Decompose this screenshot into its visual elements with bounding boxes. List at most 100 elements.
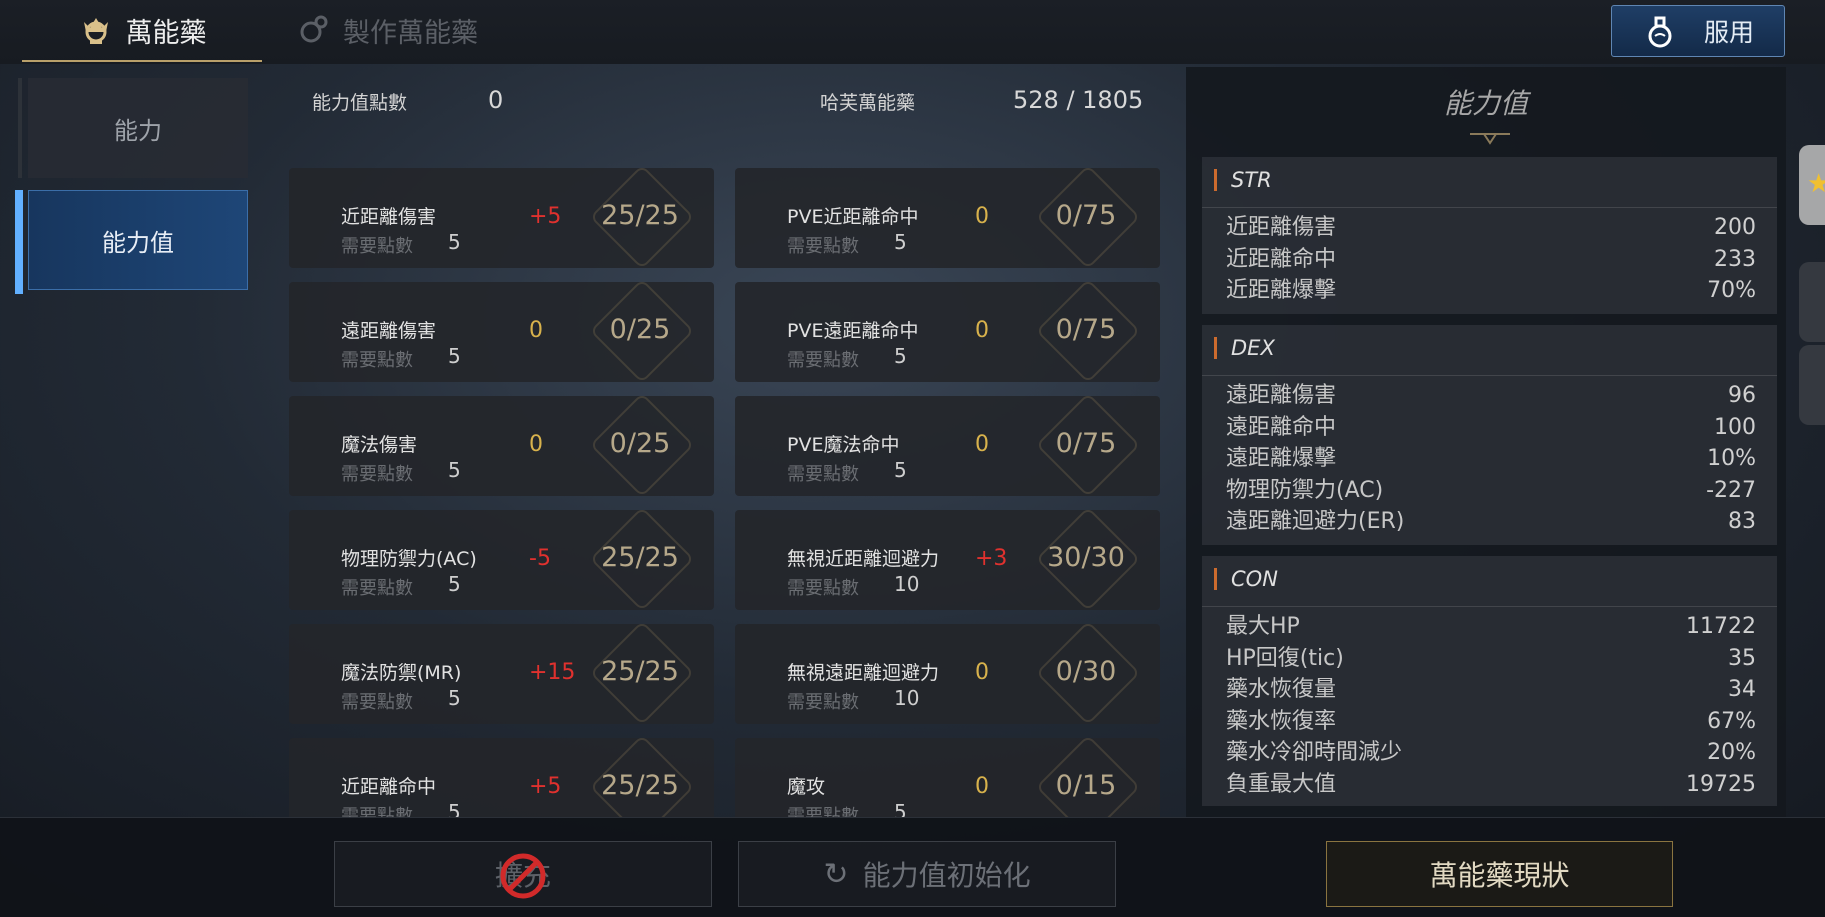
elixir-status-button[interactable]: 萬能藥現狀 xyxy=(1326,841,1673,907)
stat-card[interactable]: 魔法傷害 需要點數 5 0 0/25 xyxy=(289,392,714,498)
stat-row-value: 20% xyxy=(1707,740,1756,765)
stat-modifier: +5 xyxy=(529,204,562,229)
stat-row-label: 遠距離迴避力(ER) xyxy=(1226,509,1405,534)
stat-modifier: 0 xyxy=(975,204,989,229)
stat-row-value: 35 xyxy=(1728,645,1756,671)
elixir-status-label: 萬能藥現狀 xyxy=(1429,859,1570,892)
stat-card[interactable]: 魔法防禦(MR) 需要點數 5 +15 25/25 xyxy=(289,620,714,726)
stat-modifier: 0 xyxy=(975,432,989,457)
stat-modifier: +5 xyxy=(529,774,562,799)
expand-button[interactable]: 擴充 xyxy=(334,841,712,907)
stat-progress: 0/15 xyxy=(1055,770,1117,801)
required-points-value: 5 xyxy=(448,344,461,368)
required-points-label: 需要點數 xyxy=(341,464,413,485)
stat-row-label: HP回復(tic) xyxy=(1226,645,1344,671)
stat-name: PVE近距離命中 xyxy=(787,206,919,228)
stat-name: 魔法傷害 xyxy=(341,434,418,456)
stat-card[interactable]: 近距離傷害 需要點數 5 +5 25/25 xyxy=(289,164,714,270)
stat-modifier: 0 xyxy=(975,318,989,343)
required-points-value: 5 xyxy=(448,686,461,710)
stat-row-value: 67% xyxy=(1707,708,1756,734)
stats-panel-title: 能力值 xyxy=(1443,87,1528,120)
required-points-value: 5 xyxy=(448,800,461,817)
stat-card[interactable]: 無視遠距離迴避力 需要點數 10 0 0/30 xyxy=(735,620,1160,726)
stat-name: 近距離傷害 xyxy=(341,206,437,228)
stat-row: 藥水冷卻時間減少 20% xyxy=(1226,738,1756,768)
stat-row: 近距離爆擊 70% xyxy=(1226,276,1756,306)
stat-card[interactable]: 遠距離傷害 需要點數 5 0 0/25 xyxy=(289,278,714,384)
stat-row-label: 遠距離爆擊 xyxy=(1226,446,1337,471)
required-points-value: 5 xyxy=(448,458,461,482)
stat-modifier: +15 xyxy=(529,660,576,685)
stat-row-value: 233 xyxy=(1714,246,1756,272)
stat-row-label: 負重最大值 xyxy=(1226,771,1337,797)
stat-progress: 0/75 xyxy=(1055,314,1117,345)
required-points-label: 需要點數 xyxy=(787,806,859,817)
stat-row: 負重最大值 19725 xyxy=(1226,770,1756,800)
section-divider xyxy=(1202,375,1777,376)
reset-stats-button[interactable]: ↻ 能力值初始化 xyxy=(738,841,1116,907)
stat-progress: 25/25 xyxy=(601,542,679,573)
stat-row: 物理防禦力(AC) -227 xyxy=(1226,476,1756,506)
stat-row-label: 物理防禦力(AC) xyxy=(1226,477,1384,503)
stat-row: HP回復(tic) 35 xyxy=(1226,644,1756,674)
stat-card[interactable]: PVE遠距離命中 需要點數 5 0 0/75 xyxy=(735,278,1160,384)
stat-row-value: 100 xyxy=(1714,414,1756,440)
required-points-label: 需要點數 xyxy=(341,692,413,713)
title-ornament-icon xyxy=(1470,130,1510,145)
stat-row: 近距離命中 233 xyxy=(1226,245,1756,275)
required-points-value: 5 xyxy=(894,344,907,368)
stats-section-con: CON 最大HP 11722 HP回復(tic) 35 藥水恢復量 34 藥水恢復率 67% 藥水… xyxy=(1202,556,1777,806)
required-points-label: 需要點數 xyxy=(787,236,859,257)
stat-progress: 0/30 xyxy=(1055,656,1117,687)
stat-row-label: 遠距離傷害 xyxy=(1226,383,1337,408)
stat-name: 物理防禦力(AC) xyxy=(341,548,477,570)
side-favorite-button[interactable]: ★ xyxy=(1799,145,1825,225)
stat-modifier: 0 xyxy=(529,432,543,457)
stat-modifier: +3 xyxy=(975,546,1008,571)
required-points-value: 5 xyxy=(894,230,907,254)
required-points-value: 5 xyxy=(894,458,907,482)
stat-name: 無視近距離迴避力 xyxy=(787,548,940,570)
stat-progress: 25/25 xyxy=(601,200,679,231)
stats-section-str: STR 近距離傷害 200 近距離命中 233 近距離爆擊 70% xyxy=(1202,157,1777,314)
side-refresh-button[interactable] xyxy=(1799,345,1825,425)
disabled-icon xyxy=(499,852,547,907)
required-points-value: 5 xyxy=(448,230,461,254)
stat-row-label: 藥水恢復量 xyxy=(1226,677,1337,702)
stats-section-dex: DEX 遠距離傷害 96 遠距離命中 100 遠距離爆擊 10% 物理防禦力(AC) -227 遠… xyxy=(1202,325,1777,545)
stat-row: 最大HP 11722 xyxy=(1226,612,1756,642)
stat-row: 藥水恢復量 34 xyxy=(1226,675,1756,705)
required-points-label: 需要點數 xyxy=(341,806,413,817)
stat-card[interactable]: PVE近距離命中 需要點數 5 0 0/75 xyxy=(735,164,1160,270)
section-divider xyxy=(1202,207,1777,208)
stat-row-value: 10% xyxy=(1707,446,1756,471)
star-icon: ★ xyxy=(1807,169,1825,199)
stat-progress: 25/25 xyxy=(601,656,679,687)
stat-card[interactable]: 無視近距離迴避力 需要點數 10 +3 30/30 xyxy=(735,506,1160,612)
stat-card[interactable]: PVE魔法命中 需要點數 5 0 0/75 xyxy=(735,392,1160,498)
stat-row-value: 200 xyxy=(1714,215,1756,240)
section-header: CON xyxy=(1214,568,1278,590)
stat-modifier: 0 xyxy=(975,774,989,799)
stat-card[interactable]: 近距離命中需要點數 5 +5 25/25 xyxy=(289,734,714,817)
stat-row: 遠距離爆擊 10% xyxy=(1226,444,1756,474)
stat-progress: 0/75 xyxy=(1055,200,1117,231)
stat-row-label: 藥水冷卻時間減少 xyxy=(1226,740,1403,765)
required-points-value: 10 xyxy=(894,686,920,710)
required-points-label: 需要點數 xyxy=(787,350,859,371)
stat-row-value: 34 xyxy=(1728,677,1756,702)
stat-name: PVE遠距離命中 xyxy=(787,320,919,342)
stat-row-label: 遠距離命中 xyxy=(1226,414,1337,440)
stat-row-value: -227 xyxy=(1706,477,1756,503)
stat-row-value: 83 xyxy=(1728,509,1756,534)
stat-row-label: 藥水恢復率 xyxy=(1226,708,1337,734)
stat-row-value: 96 xyxy=(1728,383,1756,408)
stat-card[interactable]: 魔攻 需要點數 5 0 0/15 xyxy=(735,734,1160,817)
stat-row-value: 11722 xyxy=(1686,614,1756,639)
stat-progress: 25/25 xyxy=(601,770,679,801)
side-menu-button[interactable] xyxy=(1799,262,1825,342)
stat-card[interactable]: 物理防禦力(AC) 需要點數 5 -5 25/25 xyxy=(289,506,714,612)
stat-name: 近距離命中 xyxy=(341,776,437,798)
required-points-label: 需要點數 xyxy=(787,464,859,485)
